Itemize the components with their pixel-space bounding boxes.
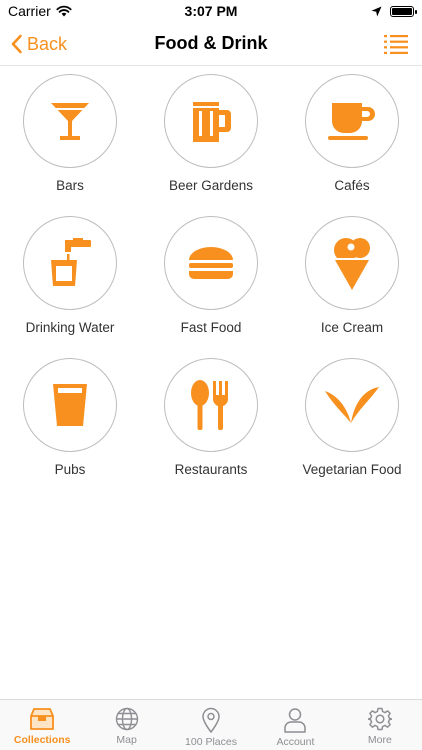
- category-label: Ice Cream: [320, 320, 384, 335]
- globe-icon: [115, 707, 138, 731]
- category-label: Cafés: [334, 178, 370, 193]
- cocktail-glass-icon: [51, 103, 89, 140]
- water-tap-icon: [51, 238, 91, 286]
- category-circle: [164, 358, 258, 452]
- tab-label: Collections: [13, 734, 71, 746]
- category-circle: [164, 216, 258, 310]
- page-title: Food & Drink: [154, 33, 268, 53]
- category-label: Bars: [56, 178, 84, 193]
- tab-map[interactable]: Map: [84, 700, 168, 750]
- tab-collections[interactable]: Collections: [0, 700, 84, 750]
- category-beer-gardens[interactable]: Beer Gardens: [141, 74, 281, 216]
- beer-mug-icon: [193, 102, 231, 142]
- category-drinking-water[interactable]: Drinking Water: [0, 216, 140, 358]
- category-circle: [164, 74, 258, 168]
- location-arrow-icon: [371, 6, 382, 16]
- category-circle: [305, 216, 399, 310]
- tab-label: 100 Places: [185, 736, 237, 748]
- category-label: Pubs: [54, 462, 86, 477]
- category-restaurants[interactable]: Restaurants: [141, 358, 281, 500]
- tab-more[interactable]: More: [338, 700, 422, 750]
- category-circle: [305, 358, 399, 452]
- category-ice-cream[interactable]: Ice Cream: [282, 216, 422, 358]
- category-vegetarian-food[interactable]: Vegetarian Food: [282, 358, 422, 500]
- carrier-label: Carrier: [8, 3, 51, 19]
- chevron-left-icon: [11, 34, 22, 54]
- tab-label: More: [367, 734, 392, 746]
- back-label: Back: [27, 33, 68, 54]
- tab-label: Account: [276, 736, 315, 748]
- ice-cream-cone-icon: [334, 238, 370, 290]
- category-circle: [23, 74, 117, 168]
- list-menu-button[interactable]: [384, 22, 408, 66]
- category-label: Fast Food: [180, 320, 242, 335]
- back-button[interactable]: Back: [10, 22, 67, 66]
- coffee-cup-icon: [328, 103, 375, 140]
- wifi-icon: [56, 5, 72, 17]
- box-icon: [30, 708, 55, 730]
- category-pubs[interactable]: Pubs: [0, 358, 140, 500]
- category-label: Drinking Water: [25, 320, 115, 335]
- tab-bar: Collections Map 100 Places Account More: [0, 699, 422, 750]
- category-cafes[interactable]: Cafés: [282, 74, 422, 216]
- category-label: Vegetarian Food: [302, 462, 402, 477]
- category-circle: [305, 74, 399, 168]
- burger-icon: [189, 247, 233, 279]
- tab-account[interactable]: Account: [253, 700, 337, 750]
- location-pin-icon: [202, 707, 220, 733]
- status-right: [371, 5, 417, 17]
- category-circle: [23, 358, 117, 452]
- leaf-icon: [325, 387, 379, 423]
- category-label: Restaurants: [174, 462, 248, 477]
- category-circle: [23, 216, 117, 310]
- status-left: Carrier: [8, 3, 72, 19]
- tab-100-places[interactable]: 100 Places: [169, 700, 253, 750]
- category-label: Beer Gardens: [168, 178, 254, 193]
- category-bars[interactable]: Bars: [0, 74, 140, 216]
- pint-glass-icon: [53, 384, 87, 426]
- list-icon: [384, 35, 408, 54]
- tab-label: Map: [116, 734, 137, 746]
- battery-icon: [390, 5, 417, 17]
- gear-icon: [367, 707, 392, 731]
- cutlery-icon: [191, 380, 228, 430]
- status-bar: Carrier 3:07 PM: [0, 0, 422, 22]
- nav-bar: Back Food & Drink: [0, 22, 422, 66]
- category-fast-food[interactable]: Fast Food: [141, 216, 281, 358]
- category-grid: Bars Beer Gardens Cafés Drinking Water F…: [0, 74, 422, 500]
- person-icon: [284, 708, 307, 733]
